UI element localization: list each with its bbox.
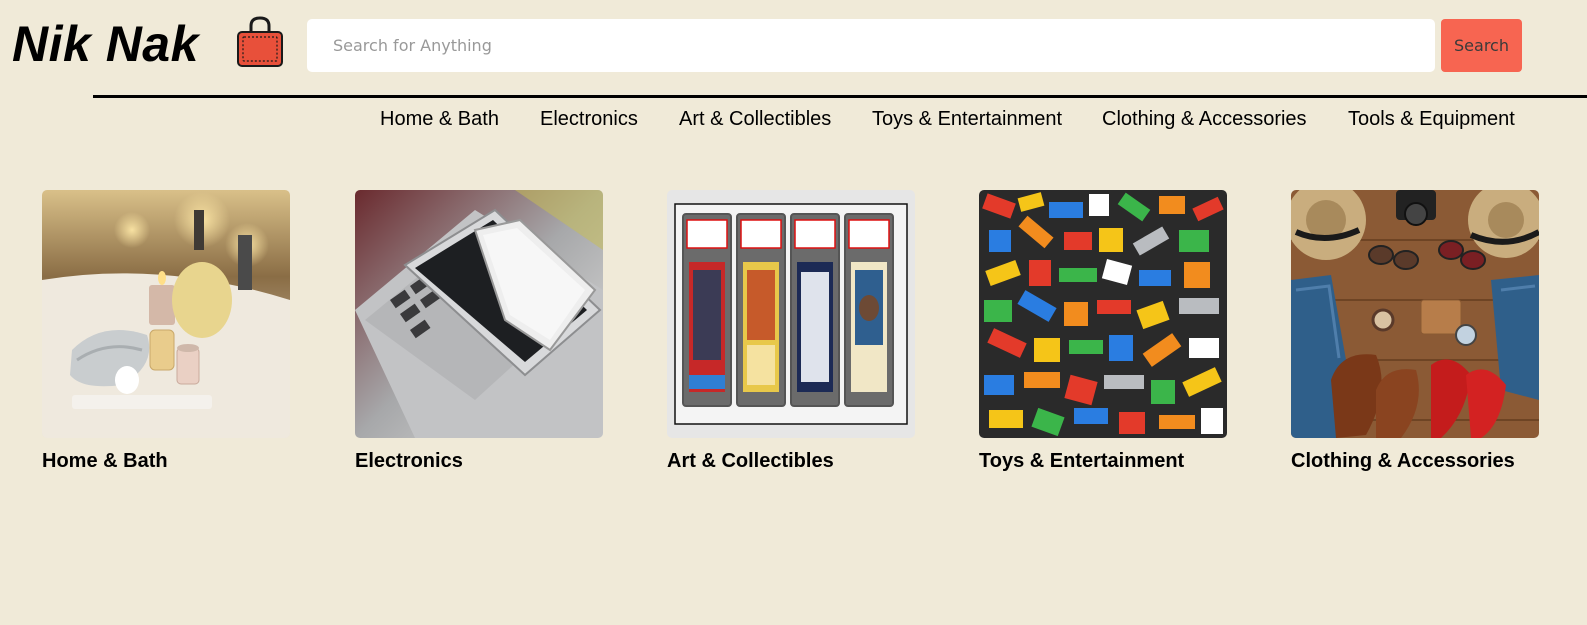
electronics-image[interactable] xyxy=(355,190,603,438)
nav-electronics[interactable]: Electronics xyxy=(540,106,638,132)
shopping-bag-icon[interactable] xyxy=(236,16,284,68)
art-collectibles-image[interactable] xyxy=(667,190,915,438)
nav-art-collectibles[interactable]: Art & Collectibles xyxy=(679,106,831,132)
category-label-home-bath[interactable]: Home & Bath xyxy=(42,448,290,474)
category-label-art-collectibles[interactable]: Art & Collectibles xyxy=(667,448,915,474)
nav-clothing-accessories[interactable]: Clothing & Accessories xyxy=(1102,106,1307,132)
category-label-toys-entertainment[interactable]: Toys & Entertainment xyxy=(979,448,1227,474)
nav-toys-entertainment[interactable]: Toys & Entertainment xyxy=(872,106,1062,132)
category-card-toys-entertainment[interactable]: Toys & Entertainment xyxy=(979,190,1227,474)
category-card-electronics[interactable]: Electronics xyxy=(355,190,603,474)
site-logo[interactable]: Nik Nak xyxy=(12,14,199,74)
search-button[interactable]: Search xyxy=(1441,19,1522,72)
header-divider xyxy=(93,95,1587,98)
nav-tools-equipment[interactable]: Tools & Equipment xyxy=(1348,106,1515,132)
category-label-clothing-accessories[interactable]: Clothing & Accessories xyxy=(1291,448,1539,474)
category-card-home-bath[interactable]: Home & Bath xyxy=(42,190,290,474)
category-label-electronics[interactable]: Electronics xyxy=(355,448,603,474)
site-header: Nik Nak Search xyxy=(0,0,1587,90)
search-input[interactable] xyxy=(307,19,1435,72)
home-bath-image[interactable] xyxy=(42,190,290,438)
category-card-art-collectibles[interactable]: Art & Collectibles xyxy=(667,190,915,474)
nav-home-bath[interactable]: Home & Bath xyxy=(380,106,499,132)
toys-entertainment-image[interactable] xyxy=(979,190,1227,438)
clothing-accessories-image[interactable] xyxy=(1291,190,1539,438)
category-card-clothing-accessories[interactable]: Clothing & Accessories xyxy=(1291,190,1539,474)
